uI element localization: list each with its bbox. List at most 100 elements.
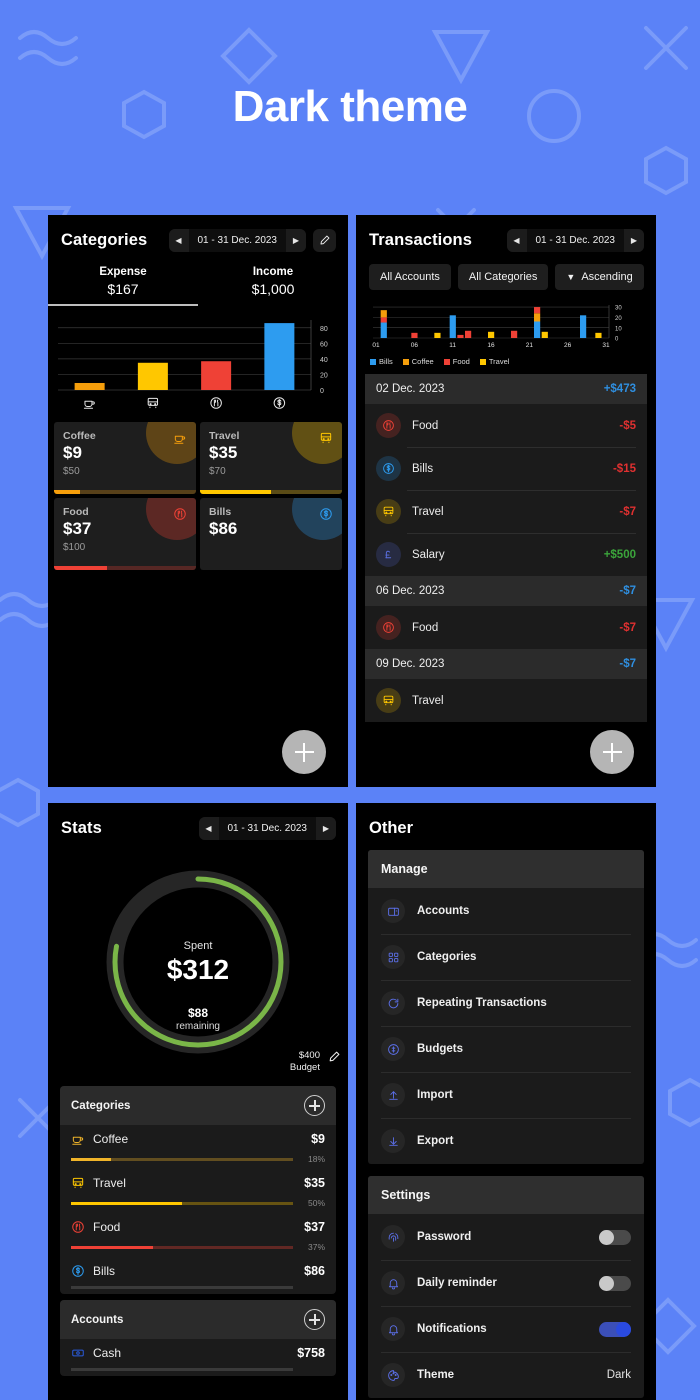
svg-text:16: 16 (487, 342, 495, 349)
svg-text:60: 60 (320, 341, 328, 348)
other-row[interactable]: Budgets (368, 1026, 644, 1072)
toggle-password[interactable] (599, 1229, 631, 1245)
chevron-right-icon[interactable]: ▶ (286, 229, 306, 252)
transaction-date-header[interactable]: 06 Dec. 2023 -$7 (365, 576, 647, 606)
other-row[interactable]: Daily reminder (368, 1260, 644, 1306)
transaction-row[interactable]: Salary +$500 (365, 533, 647, 576)
transactions-mini-chart: 0 10 20 30 01 06 11 16 21 26 31 (369, 302, 644, 356)
toggle-notifications[interactable] (599, 1321, 631, 1337)
stats-category-row[interactable]: Bills $86 (60, 1257, 336, 1294)
income-tab-underline (198, 304, 348, 306)
add-transaction-fab[interactable] (590, 730, 634, 774)
refresh-icon (381, 991, 405, 1015)
transaction-amount: -$5 (619, 419, 636, 432)
category-card-budget: $100 (63, 542, 86, 553)
other-row[interactable]: Import (368, 1072, 644, 1118)
date-range-selector[interactable]: ◀ 01 - 31 Dec. 2023 ▶ (506, 229, 644, 252)
transactions-title: Transactions (369, 231, 472, 249)
filter-all-accounts-label: All Accounts (380, 271, 440, 283)
sort-ascending-button[interactable]: ▼ Ascending (555, 264, 644, 290)
stats-accounts-card: Accounts Cash $758 (60, 1300, 336, 1376)
category-bar-chart: 0 20 40 60 80 (48, 316, 348, 412)
stats-category-name: Travel (93, 1176, 126, 1190)
stats-account-progress (71, 1368, 293, 1371)
category-card-progress (54, 490, 196, 494)
chevron-left-icon[interactable]: ◀ (506, 229, 527, 252)
category-card-amount: $9 (63, 443, 82, 462)
bus-icon (376, 688, 401, 713)
tab-expense[interactable]: Expense $167 (48, 266, 198, 304)
expense-value: $167 (107, 281, 139, 297)
chevron-left-icon[interactable]: ◀ (198, 817, 219, 840)
transaction-row[interactable]: Food -$7 (365, 606, 647, 649)
transaction-date-header[interactable]: 02 Dec. 2023 +$473 (365, 374, 647, 404)
chevron-left-icon[interactable]: ◀ (168, 229, 189, 252)
stats-category-row[interactable]: Coffee $9 18% (60, 1125, 336, 1169)
svg-text:20: 20 (320, 372, 328, 379)
svg-text:26: 26 (564, 342, 572, 349)
date-range-selector[interactable]: ◀ 01 - 31 Dec. 2023 ▶ (198, 817, 336, 840)
other-section: Manage Accounts Categories Repeating Tra… (368, 850, 644, 1164)
category-card[interactable]: Travel $35 $70 (200, 422, 342, 494)
legend-label: Travel (488, 357, 510, 366)
svg-text:06: 06 (411, 342, 419, 349)
legend-label: Food (452, 357, 470, 366)
stats-category-row[interactable]: Travel $35 50% (60, 1169, 336, 1213)
tab-income[interactable]: Income $1,000 (198, 266, 348, 304)
stats-category-amount: $35 (304, 1176, 325, 1190)
plus-circle-icon[interactable] (304, 1309, 325, 1330)
date-range-selector[interactable]: ◀ 01 - 31 Dec. 2023 ▶ (168, 229, 306, 252)
chevron-right-icon[interactable]: ▶ (624, 229, 644, 252)
add-transaction-fab[interactable] (282, 730, 326, 774)
pencil-icon[interactable] (328, 1050, 340, 1068)
remaining-amount: $88 (187, 1006, 209, 1020)
stats-category-progress-fill (71, 1157, 111, 1161)
category-card[interactable]: Coffee $9 $50 (54, 422, 196, 494)
svg-text:0: 0 (615, 337, 619, 343)
category-card-progress (54, 566, 196, 570)
other-row[interactable]: Password (368, 1214, 644, 1260)
transaction-row[interactable]: Food -$5 (365, 404, 647, 447)
other-row[interactable]: Notifications (368, 1306, 644, 1352)
category-card[interactable]: Bills $86 (200, 498, 342, 570)
transaction-day-total: +$473 (603, 383, 636, 395)
stats-category-progress-fill (71, 1201, 182, 1205)
category-card-amount: $86 (209, 519, 238, 538)
filter-all-accounts[interactable]: All Accounts (369, 264, 451, 290)
other-row[interactable]: Theme Dark (368, 1352, 644, 1398)
stats-header: Stats ◀ 01 - 31 Dec. 2023 ▶ (48, 803, 348, 850)
svg-text:01: 01 (372, 342, 380, 349)
category-card-budget: $70 (209, 466, 226, 477)
toggle-daily-reminder[interactable] (599, 1275, 631, 1291)
other-row-label: Accounts (417, 905, 470, 917)
dollar-coin-icon (71, 1264, 85, 1278)
other-row[interactable]: Categories (368, 934, 644, 980)
other-row[interactable]: Export (368, 1118, 644, 1164)
legend-item: Bills (370, 357, 393, 366)
stats-account-amount: $758 (297, 1346, 325, 1360)
other-row[interactable]: Accounts (368, 888, 644, 934)
other-row[interactable]: Repeating Transactions (368, 980, 644, 1026)
stats-categories-rows: Coffee $9 18% Travel $35 50% Food $37 37… (60, 1125, 336, 1294)
stats-category-progress (71, 1201, 293, 1205)
transaction-amount: -$7 (619, 621, 636, 634)
transaction-row[interactable]: Travel -$7 (365, 490, 647, 533)
pencil-icon[interactable] (313, 229, 336, 252)
income-label: Income (252, 266, 294, 278)
transaction-date-header[interactable]: 09 Dec. 2023 -$7 (365, 649, 647, 679)
filter-all-categories[interactable]: All Categories (457, 264, 549, 290)
transaction-row[interactable]: Travel (365, 679, 647, 722)
transaction-row[interactable]: Bills -$15 (365, 447, 647, 490)
spent-amount: $312 (166, 954, 230, 985)
category-card-name: Coffee (63, 430, 96, 442)
expense-label: Expense (99, 266, 147, 278)
stats-categories-title: Categories (71, 1099, 131, 1112)
stats-account-row[interactable]: Cash $758 (60, 1339, 336, 1376)
category-card[interactable]: Food $37 $100 (54, 498, 196, 570)
category-card-amount: $35 (209, 443, 238, 462)
plus-circle-icon[interactable] (304, 1095, 325, 1116)
stats-category-name: Food (93, 1220, 121, 1234)
transaction-amount: -$15 (612, 462, 636, 475)
stats-category-row[interactable]: Food $37 37% (60, 1213, 336, 1257)
chevron-right-icon[interactable]: ▶ (316, 817, 336, 840)
